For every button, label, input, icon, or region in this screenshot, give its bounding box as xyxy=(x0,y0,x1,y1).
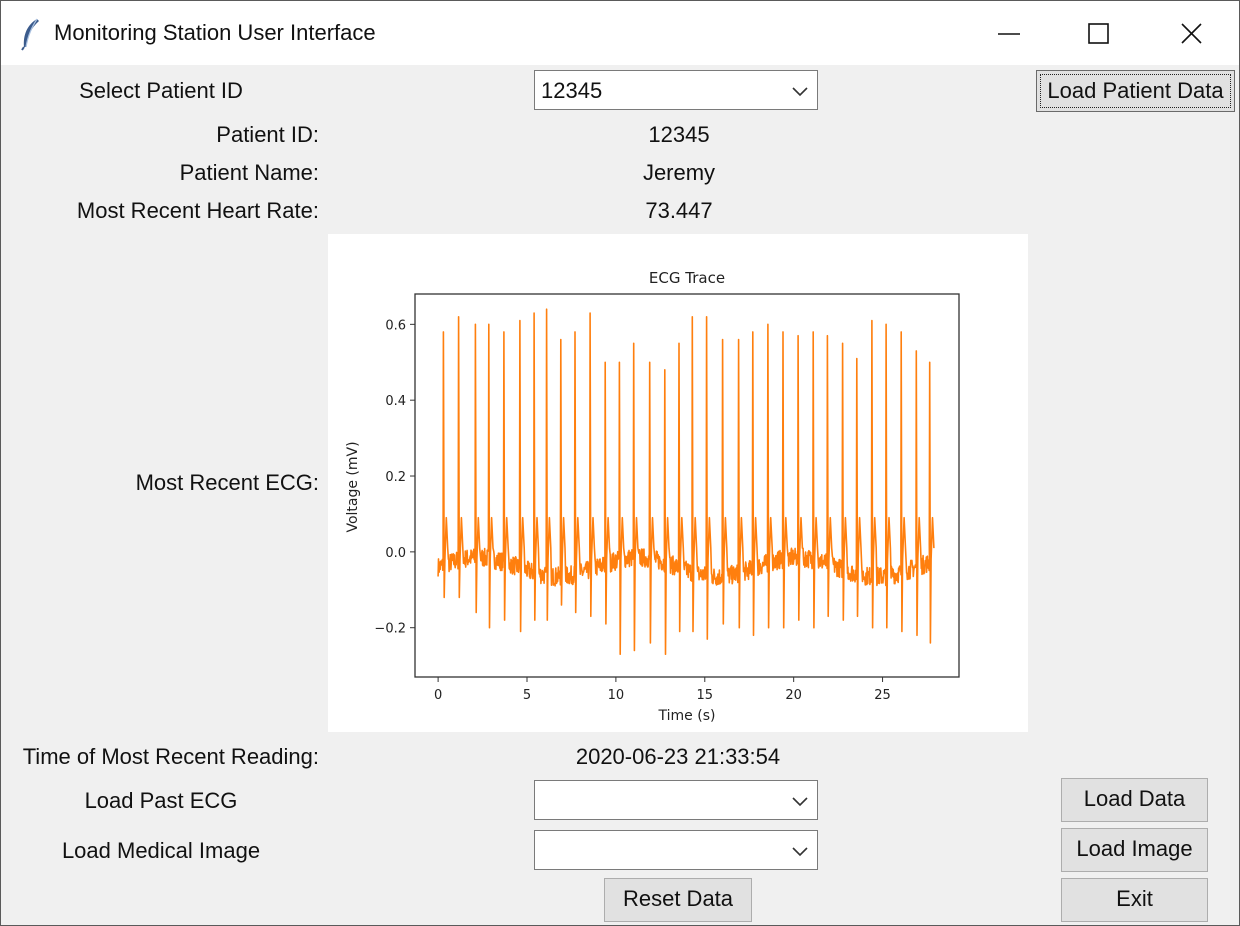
ecg-plot: ECG Trace 0 5 10 15 20 25 −0.2 0.0 0.2 0.4 0.6 Tim… xyxy=(328,234,1028,732)
x-axis-label: Time (s) xyxy=(658,708,716,724)
patient-id-combobox[interactable]: 12345 xyxy=(534,70,818,110)
x-tick-label: 20 xyxy=(785,688,802,703)
past-ecg-label: Load Past ECG xyxy=(84,788,238,813)
close-icon[interactable] xyxy=(1145,1,1237,65)
maximize-icon[interactable] xyxy=(1053,1,1145,65)
y-tick-label: 0.2 xyxy=(385,470,406,485)
feather-icon xyxy=(19,17,43,51)
reset-data-button[interactable]: Reset Data xyxy=(604,878,752,922)
load-patient-data-button[interactable]: Load Patient Data xyxy=(1036,70,1235,112)
chevron-down-icon[interactable] xyxy=(791,84,809,97)
load-data-button[interactable]: Load Data xyxy=(1061,778,1208,822)
ecg-trace-layer xyxy=(437,308,935,655)
y-tick-label: 0.0 xyxy=(385,546,406,561)
patient-id-combobox-value: 12345 xyxy=(541,78,603,103)
patient-name-value: Jeremy xyxy=(642,160,716,185)
chart-title: ECG Trace xyxy=(649,269,725,287)
heart-rate-label: Most Recent Heart Rate: xyxy=(76,198,319,223)
x-tick-label: 10 xyxy=(608,688,625,703)
title-bar[interactable]: Monitoring Station User Interface xyxy=(1,1,1239,65)
x-tick-label: 15 xyxy=(697,688,714,703)
patient-id-label: Patient ID: xyxy=(216,122,319,147)
x-tick-label: 25 xyxy=(874,688,891,703)
minimize-icon[interactable] xyxy=(963,1,1055,65)
y-axis-label: Voltage (mV) xyxy=(345,441,361,532)
y-tick-label: −0.2 xyxy=(374,622,406,637)
chevron-down-icon[interactable] xyxy=(791,794,809,807)
x-tick-label: 5 xyxy=(523,688,531,703)
heart-rate-value: 73.447 xyxy=(645,198,713,223)
window-title: Monitoring Station User Interface xyxy=(54,20,376,45)
chevron-down-icon[interactable] xyxy=(791,844,809,857)
patient-name-label: Patient Name: xyxy=(179,160,319,185)
y-tick-label: 0.6 xyxy=(385,318,406,333)
load-image-button[interactable]: Load Image xyxy=(1061,828,1208,872)
x-tick-label: 0 xyxy=(434,688,442,703)
y-tick-label: 0.4 xyxy=(385,394,406,409)
medical-image-label: Load Medical Image xyxy=(61,838,261,863)
medical-image-combobox[interactable] xyxy=(534,830,818,870)
app-window: Monitoring Station User Interface Select… xyxy=(0,0,1240,926)
ecg-label: Most Recent ECG: xyxy=(135,470,319,495)
select-patient-label: Select Patient ID xyxy=(79,78,243,103)
patient-id-value: 12345 xyxy=(648,122,710,147)
reading-time-value: 2020-06-23 21:33:54 xyxy=(575,744,781,769)
axes-frame xyxy=(414,293,960,678)
past-ecg-combobox[interactable] xyxy=(534,780,818,820)
exit-button[interactable]: Exit xyxy=(1061,878,1208,922)
reading-time-label: Time of Most Recent Reading: xyxy=(22,744,319,769)
ecg-trace-line xyxy=(437,308,935,655)
